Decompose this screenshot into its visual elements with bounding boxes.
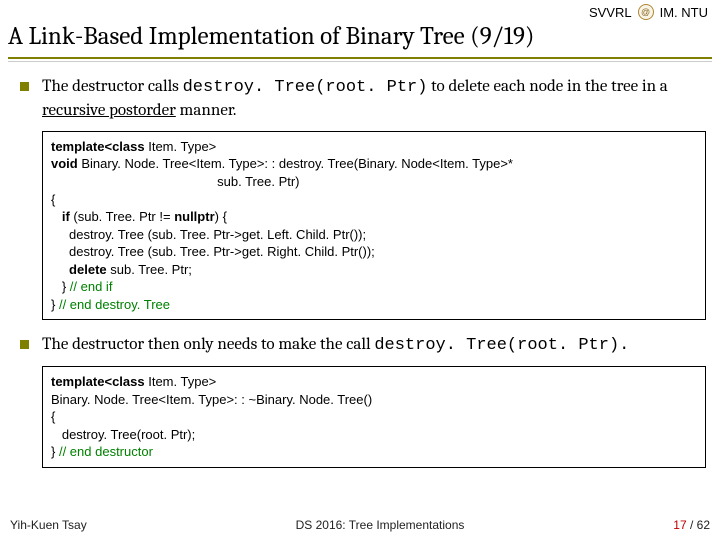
page-total: 62 — [697, 518, 710, 532]
code1-cmt-endif: // end if — [70, 279, 113, 294]
code1-l6: destroy. Tree (sub. Tree. Ptr->get. Left… — [51, 227, 366, 242]
code1-l9a: } — [51, 279, 70, 294]
code2-kw-class: class — [112, 374, 145, 389]
code2-l3: { — [51, 409, 55, 424]
bullet-1-code: destroy. Tree(root. Ptr) — [183, 78, 428, 97]
code1-l5b: (sub. Tree. Ptr != — [70, 209, 174, 224]
code1-l1c: Item. Type> — [145, 139, 217, 154]
code1-l10a: } — [51, 297, 59, 312]
bullet-1-text-c: manner. — [176, 101, 237, 120]
code1-l7: destroy. Tree (sub. Tree. Ptr->get. Righ… — [51, 244, 375, 259]
bullet-2-text: The destructor then only needs to make t… — [42, 335, 374, 354]
code2-l1c: Item. Type> — [145, 374, 217, 389]
code1-cmt-end: // end destroy. Tree — [59, 297, 170, 312]
bullet-2-code: destroy. Tree(root. Ptr). — [374, 336, 629, 355]
code1-l4: { — [51, 192, 55, 207]
code1-kw-nullptr: nullptr — [174, 209, 214, 224]
code2-l5a: } — [51, 444, 59, 459]
code1-l8b: sub. Tree. Ptr; — [107, 262, 192, 277]
code1-l5d: ) { — [215, 209, 227, 224]
bullet-1-text-b: to delete each node in the tree in a — [427, 77, 667, 96]
code1-kw-delete: delete — [51, 262, 107, 277]
header-meta: SVVRL @ IM. NTU — [8, 4, 712, 20]
header: SVVRL @ IM. NTU A Link-Based Implementat… — [0, 0, 720, 62]
page-sep: / — [687, 518, 697, 532]
footer: Yih-Kuen Tsay DS 2016: Tree Implementati… — [0, 518, 720, 532]
bullet-2: The destructor then only needs to make t… — [42, 334, 706, 358]
bullet-1: The destructor calls destroy. Tree(root.… — [42, 76, 706, 123]
code1-kw-if: if — [51, 209, 70, 224]
content: The destructor calls destroy. Tree(root.… — [0, 62, 720, 468]
bullet-1-underline: recursive postorder — [42, 101, 176, 120]
code1-l3: sub. Tree. Ptr) — [51, 174, 300, 189]
code2-cmt-end: // end destructor — [59, 444, 153, 459]
bullet-1-text-a: The destructor calls — [42, 77, 183, 96]
code1-l2b: Binary. Node. Tree<Item. Type>: : destro… — [78, 156, 513, 171]
code2-l4: destroy. Tree(root. Ptr); — [51, 427, 195, 442]
footer-author: Yih-Kuen Tsay — [10, 518, 87, 532]
org-name: IM. NTU — [660, 5, 708, 20]
code1-kw-class: class — [112, 139, 145, 154]
bullet-marker-icon — [20, 82, 29, 91]
ntu-logo-icon: @ — [638, 4, 654, 20]
lab-name: SVVRL — [589, 5, 632, 20]
code2-l2: Binary. Node. Tree<Item. Type>: : ~Binar… — [51, 392, 372, 407]
code-block-2: template<class Item. Type> Binary. Node.… — [42, 366, 706, 468]
code1-kw-void: void — [51, 156, 78, 171]
footer-page: 17 / 62 — [673, 518, 710, 532]
code-block-1: template<class Item. Type> void Binary. … — [42, 131, 706, 320]
footer-course: DS 2016: Tree Implementations — [296, 518, 465, 532]
title-rule — [8, 57, 712, 59]
code2-kw-template: template< — [51, 374, 112, 389]
code1-kw-template: template< — [51, 139, 112, 154]
bullet-marker-icon — [20, 340, 29, 349]
page-current: 17 — [673, 518, 686, 532]
page-title: A Link-Based Implementation of Binary Tr… — [8, 20, 712, 57]
